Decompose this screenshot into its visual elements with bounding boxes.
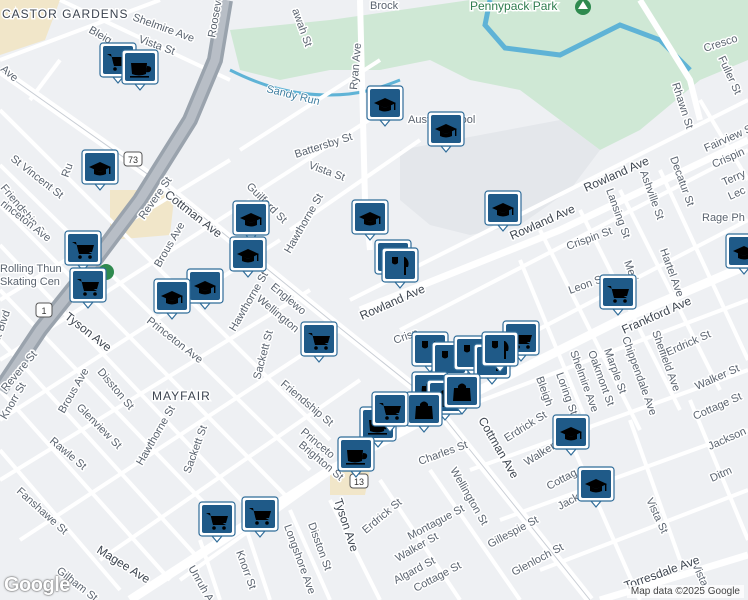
grocery-pin[interactable] bbox=[64, 230, 102, 272]
school-pin[interactable] bbox=[351, 199, 389, 241]
school-pin[interactable] bbox=[577, 466, 615, 508]
school-pin[interactable] bbox=[484, 190, 522, 232]
school-pin[interactable] bbox=[366, 85, 404, 127]
school-pin[interactable] bbox=[232, 200, 270, 242]
cafe-pin[interactable] bbox=[337, 436, 375, 478]
restaurant-pin[interactable] bbox=[481, 331, 519, 373]
shopping-pin[interactable] bbox=[443, 373, 481, 415]
map-attribution[interactable]: Map data ©2025 Google bbox=[626, 585, 744, 598]
google-logo: Google bbox=[4, 574, 70, 596]
shopping-pin[interactable] bbox=[405, 391, 443, 433]
rink-label-line1: Rolling Thun bbox=[0, 263, 62, 275]
svg-text:73: 73 bbox=[128, 155, 138, 165]
grocery-pin[interactable] bbox=[300, 321, 338, 363]
area-label-mayfair: MAYFAIR bbox=[152, 389, 211, 403]
route-1-shield: 1 bbox=[35, 302, 53, 318]
route-73-shield: 73 bbox=[123, 151, 143, 167]
school-pin[interactable] bbox=[81, 149, 119, 191]
park-label: Pennypack Park bbox=[470, 0, 558, 13]
restaurant-pin[interactable] bbox=[381, 247, 419, 289]
grocery-pin[interactable] bbox=[241, 496, 279, 538]
school-pin[interactable] bbox=[186, 268, 224, 310]
area-label-castor-gardens: CASTOR GARDENS bbox=[2, 7, 128, 21]
svg-text:13: 13 bbox=[354, 477, 364, 487]
school-pin[interactable] bbox=[725, 233, 748, 275]
svg-text:1: 1 bbox=[41, 306, 46, 316]
grocery-pin[interactable] bbox=[599, 274, 637, 316]
route-13-shield: 13 bbox=[349, 473, 369, 489]
grocery-pin[interactable] bbox=[371, 391, 409, 433]
school-pin[interactable] bbox=[427, 111, 465, 153]
business-label: Rage Ph bbox=[702, 212, 745, 224]
grocery-pin[interactable] bbox=[69, 267, 107, 309]
school-pin[interactable] bbox=[153, 278, 191, 320]
grocery-pin[interactable] bbox=[198, 501, 236, 543]
school-pin[interactable] bbox=[552, 414, 590, 456]
school-pin[interactable] bbox=[229, 236, 267, 278]
rink-label-line2: Skating Cen bbox=[0, 276, 60, 288]
cafe-pin[interactable] bbox=[121, 49, 159, 91]
street-label: Brock bbox=[370, 0, 399, 12]
map-canvas[interactable]: 73 1 13 Pennypack Park Sandy Run CASTOR … bbox=[0, 0, 748, 600]
